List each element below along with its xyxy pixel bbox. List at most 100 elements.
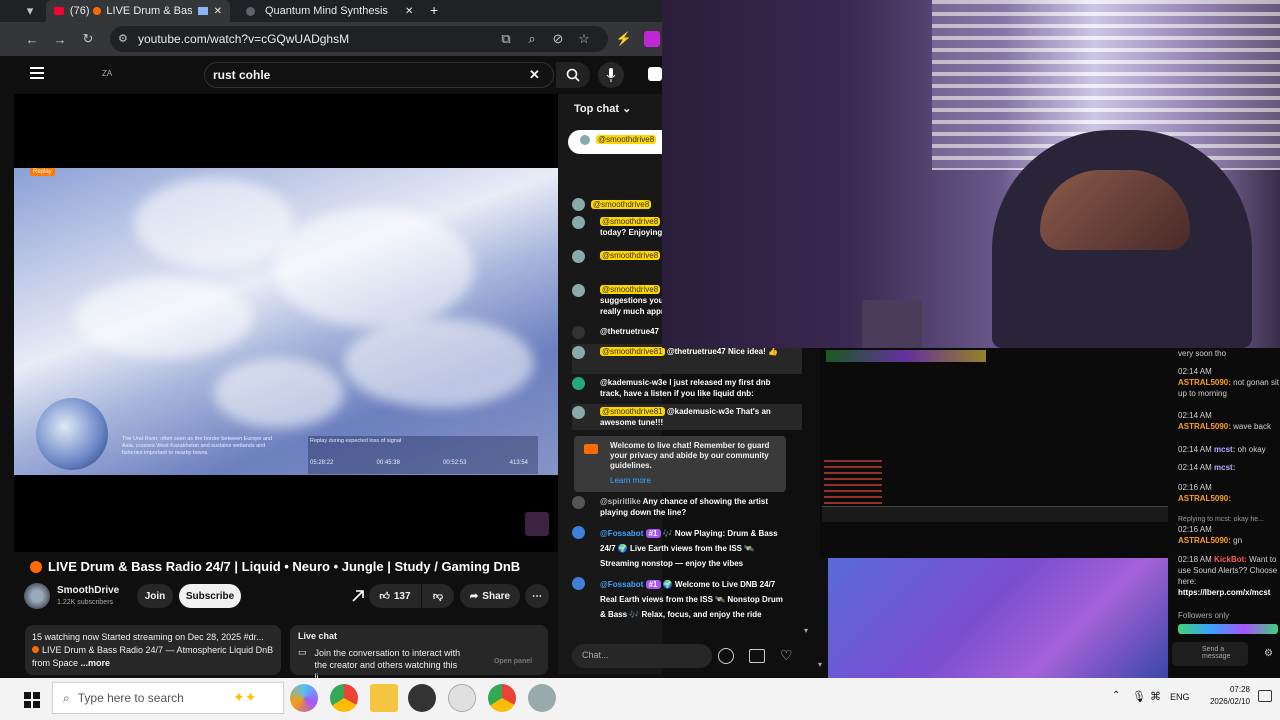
tab-youtube[interactable]: (76) LIVE Drum & Bass R ✕: [46, 0, 230, 22]
telemetry-value: 05:28:22: [310, 460, 334, 466]
kick-text: gn: [1233, 536, 1243, 545]
subscribe-button[interactable]: Subscribe: [179, 584, 241, 608]
stream-hud: [826, 350, 986, 362]
address-bar[interactable]: ⚙ youtube.com/watch?v=cGQwUADghsM ⧉ ⌕ ⊘ …: [110, 26, 608, 52]
reload-icon[interactable]: ↻: [78, 29, 98, 49]
copilot-icon[interactable]: [290, 684, 318, 712]
chat-user[interactable]: @spiritlike: [600, 497, 641, 506]
chat-user[interactable]: @Fossabot: [600, 529, 643, 538]
emoji-icon[interactable]: [718, 648, 734, 664]
chrome-icon[interactable]: [330, 684, 358, 712]
game-app-icon[interactable]: [528, 684, 556, 712]
microphone-icon[interactable]: 🎙︎: [1132, 690, 1146, 703]
chat-message: @Fossabot #1 🌍 Welcome to Live DNB 24/7 …: [572, 577, 786, 622]
open-panel-button[interactable]: Open panel: [486, 653, 540, 669]
kick-user[interactable]: ASTRAL5090:: [1178, 422, 1231, 431]
tab-quantum[interactable]: Quantum Mind Synthesis ✕: [238, 0, 422, 22]
pinned-message[interactable]: @smoothdrive8: [568, 130, 662, 154]
chat-message-highlight: @smoothdrive81 @thetruetrue47 Nice idea!…: [572, 344, 802, 374]
channel-watermark-icon[interactable]: [525, 512, 549, 536]
clear-search-icon[interactable]: ✕: [529, 67, 540, 83]
chat-input[interactable]: Chat...: [572, 644, 712, 668]
kick-user[interactable]: ASTRAL5090:: [1178, 536, 1231, 545]
chrome-profile-icon[interactable]: [488, 684, 516, 712]
chat-user[interactable]: @kademusic-w3e: [600, 378, 667, 387]
chat-user[interactable]: @smoothdrive8: [600, 285, 661, 294]
chat-message: @smoothdrive81 @kademusic-w3e That's an …: [572, 406, 778, 428]
kick-user[interactable]: mcst:: [1214, 445, 1235, 454]
notification-icon[interactable]: [1258, 690, 1272, 702]
windows-taskbar: ⌕ Type here to search ✦✦ ⌃ 🎙︎ ⌘ ENG 07:2…: [0, 678, 1280, 720]
heart-icon[interactable]: ♡: [780, 647, 793, 664]
settings-icon[interactable]: ⚙: [1264, 648, 1273, 659]
obs-icon[interactable]: [408, 684, 436, 712]
chat-user[interactable]: @thetruetrue47: [600, 327, 659, 336]
emote-bar[interactable]: [1178, 624, 1278, 634]
channel-avatar[interactable]: [24, 583, 50, 609]
super-chat-icon[interactable]: [749, 649, 765, 663]
tab-close-icon[interactable]: ✕: [405, 6, 413, 17]
new-tab-button[interactable]: +: [430, 2, 438, 18]
app-icon[interactable]: [448, 684, 476, 712]
kick-user[interactable]: mcst:: [1214, 463, 1235, 472]
share-button[interactable]: ➦ Share: [460, 584, 520, 608]
chat-user[interactable]: @smoothdrive8: [600, 217, 661, 226]
chat-user[interactable]: @smoothdrive81: [600, 407, 665, 416]
search-value: rust cohle: [213, 68, 271, 82]
create-icon[interactable]: [648, 67, 662, 81]
kick-send-input[interactable]: Send a message: [1172, 642, 1248, 666]
bookmark-star-icon[interactable]: ☆: [574, 29, 594, 49]
description-line: LIVE Drum & Bass Radio 24/7 — Atmospheri…: [42, 645, 274, 655]
more-link[interactable]: ...more: [81, 658, 111, 668]
description-box[interactable]: 15 watching now Started streaming on Dec…: [25, 625, 281, 675]
chat-header[interactable]: Top chat ⌄: [558, 94, 662, 122]
video-player[interactable]: Replay The Ural River, often seen as the…: [14, 94, 558, 552]
tray-chevron-icon[interactable]: ⌃: [1112, 690, 1120, 701]
voice-search-button[interactable]: [598, 62, 624, 88]
chat-message: @spiritlike Any chance of showing the ar…: [572, 496, 782, 518]
channel-name[interactable]: SmoothDrive: [57, 585, 119, 596]
kick-user[interactable]: ASTRAL5090:: [1178, 494, 1231, 503]
more-actions-button[interactable]: ⋯: [525, 584, 549, 608]
like-button[interactable]: 👍︎ 137: [369, 584, 421, 608]
back-icon[interactable]: ←: [22, 29, 42, 49]
kick-link[interactable]: https://lberp.com/x/mcst: [1178, 588, 1270, 597]
dislike-button[interactable]: 👎︎: [422, 584, 454, 608]
extension-purple-icon[interactable]: [644, 31, 660, 47]
language-indicator[interactable]: ENG: [1170, 692, 1190, 702]
kick-user[interactable]: ASTRAL5090:: [1178, 378, 1231, 387]
search-input[interactable]: rust cohle ✕: [204, 62, 554, 88]
chat-input-placeholder: Chat...: [582, 650, 609, 660]
menu-icon[interactable]: [30, 67, 44, 79]
clock[interactable]: 07:28 2026/02/10: [1200, 684, 1250, 708]
thumbs-down-icon: 👎︎: [432, 591, 444, 602]
clip-icon[interactable]: [351, 589, 365, 603]
tab-search-icon[interactable]: ▾: [20, 1, 40, 21]
join-button[interactable]: Join: [137, 584, 173, 608]
chat-user[interactable]: @Fossabot: [600, 580, 643, 589]
file-explorer-icon[interactable]: [370, 684, 398, 712]
sparkle-icon: ✦✦: [233, 689, 257, 705]
chat-user[interactable]: @smoothdrive8: [591, 199, 652, 209]
scroll-down-icon[interactable]: ▾: [804, 626, 808, 635]
eye-off-icon[interactable]: ⊘: [548, 29, 568, 49]
kick-user[interactable]: KickBot:: [1214, 555, 1247, 564]
chat-user[interactable]: @smoothdrive81: [600, 347, 665, 356]
video-title-text: LIVE Drum & Bass Radio 24/7 | Liquid • N…: [48, 559, 521, 574]
install-app-icon[interactable]: ⧉: [496, 29, 516, 49]
kick-time: 02:14 AM: [1178, 445, 1212, 454]
scroll-arrow-icon[interactable]: ▾: [818, 660, 822, 669]
extension-icon[interactable]: ⚡: [614, 29, 634, 49]
network-icon[interactable]: ⌘: [1150, 690, 1161, 703]
chat-message: @kademusic-w3e I just released my first …: [572, 377, 782, 399]
zoom-icon[interactable]: ⌕: [522, 29, 542, 49]
taskbar-search[interactable]: ⌕ Type here to search ✦✦: [52, 682, 284, 714]
search-button[interactable]: [556, 62, 590, 88]
start-icon[interactable]: [24, 692, 40, 708]
learn-more-link[interactable]: Learn more: [610, 476, 780, 486]
tab-close-icon[interactable]: ✕: [214, 6, 222, 17]
site-info-icon[interactable]: ⚙: [118, 32, 128, 45]
chat-user[interactable]: @smoothdrive8: [600, 251, 661, 260]
kick-time: 02:16 AM: [1178, 525, 1212, 534]
forward-icon[interactable]: →: [50, 29, 70, 49]
